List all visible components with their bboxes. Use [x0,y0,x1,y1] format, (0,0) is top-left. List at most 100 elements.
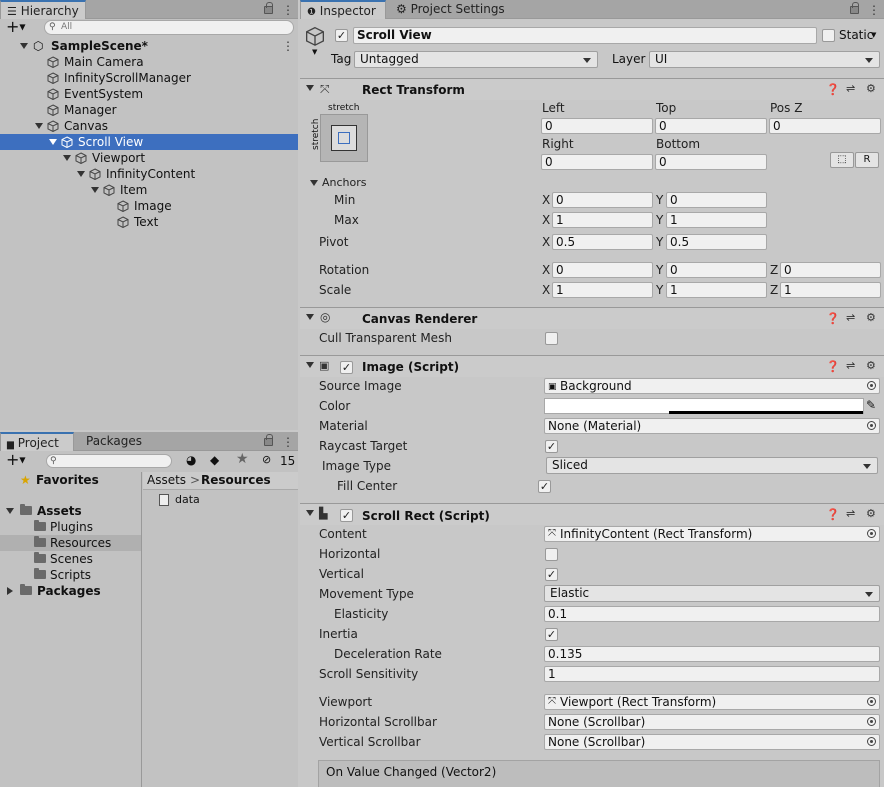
inertia-checkbox[interactable]: ✓ [545,628,558,641]
preset-icon[interactable]: ⇌ [846,359,855,372]
tree-item-resources[interactable]: Resources [0,535,141,551]
raw-edit-button[interactable]: R [855,152,879,168]
tree-item-manager[interactable]: Manager [0,102,298,118]
anchor-presets-widget[interactable] [320,114,368,162]
scale-y-field[interactable]: 1 [666,282,767,298]
anchor-min-x-field[interactable]: 0 [552,192,653,208]
image-script-header[interactable]: ▣ ✓ Image (Script) ❓ ⇌ ⚙ [300,355,884,377]
layer-dropdown[interactable]: UI [649,51,880,68]
elasticity-field[interactable]: 0.1 [544,606,880,622]
tree-item-infinityscrollmanager[interactable]: InfinityScrollManager [0,70,298,86]
pivot-y-field[interactable]: 0.5 [666,234,767,250]
anchor-min-y-field[interactable]: 0 [666,192,767,208]
object-picker-icon[interactable] [867,737,876,746]
help-icon[interactable]: ❓ [826,508,840,521]
lock-icon[interactable] [264,434,273,446]
project-add-button[interactable]: +▼ [6,452,34,469]
horizontal-scrollbar-field[interactable]: None (Scrollbar) [544,714,880,730]
tree-item-viewport[interactable]: Viewport [0,150,298,166]
eyedropper-icon[interactable]: ✎ [866,398,876,412]
favorite-star-icon[interactable]: ★ [236,451,249,467]
pivot-x-field[interactable]: 0.5 [552,234,653,250]
scale-x-field[interactable]: 1 [552,282,653,298]
canvas-renderer-header[interactable]: ◎ Canvas Renderer ❓ ⇌ ⚙ [300,307,884,329]
component-settings-icon[interactable]: ⚙ [866,82,876,95]
anchors-label[interactable]: Anchors [322,176,367,189]
tab-project[interactable]: ▆ Project [0,432,74,451]
tree-item-favorites[interactable]: ★ Favorites [0,472,141,488]
tab-project-settings[interactable]: ⚙ Project Settings [390,0,511,19]
hidden-packages-icon[interactable]: ⊘ [262,453,271,466]
expand-arrow-icon[interactable] [306,85,314,91]
help-icon[interactable]: ❓ [826,312,840,325]
content-field[interactable]: ⤧ InfinityContent (Rect Transform) [544,526,880,542]
source-image-field[interactable]: ▣ Background [544,378,880,394]
lock-icon[interactable] [850,2,859,14]
collapse-arrow-icon[interactable] [7,587,13,595]
preset-icon[interactable]: ⇌ [846,82,855,95]
preset-icon[interactable]: ⇌ [846,311,855,324]
tree-item-eventsystem[interactable]: EventSystem [0,86,298,102]
hierarchy-add-button[interactable]: +▼ [6,19,34,36]
top-field[interactable]: 0 [655,118,767,134]
rect-transform-header[interactable]: ⤧ Rect Transform ❓ ⇌ ⚙ [300,78,884,100]
hierarchy-search-input[interactable]: ⚲ All [44,20,294,35]
lock-icon[interactable] [264,2,273,14]
expand-arrow-icon[interactable] [49,139,57,145]
kebab-menu-icon[interactable]: ⋮ [282,40,294,52]
posz-field[interactable]: 0 [769,118,881,134]
viewport-field[interactable]: ⤧ Viewport (Rect Transform) [544,694,880,710]
rotation-x-field[interactable]: 0 [552,262,653,278]
color-swatch[interactable] [544,398,864,414]
filter-by-type-icon[interactable]: ◕ [186,453,196,467]
on-value-changed-event[interactable]: On Value Changed (Vector2) [318,760,880,787]
tree-item-scripts[interactable]: Scripts [0,567,141,583]
expand-arrow-icon[interactable] [77,171,85,177]
blueprint-mode-button[interactable]: ⬚ [830,152,854,168]
component-settings-icon[interactable]: ⚙ [866,311,876,324]
tree-item-item[interactable]: Item [0,182,298,198]
help-icon[interactable]: ❓ [826,83,840,96]
scroll-rect-enabled-checkbox[interactable]: ✓ [340,509,353,522]
rotation-y-field[interactable]: 0 [666,262,767,278]
object-name-field[interactable]: Scroll View [353,27,817,44]
icon-dropdown-chevron-icon[interactable]: ▼ [312,48,317,56]
kebab-menu-icon[interactable]: ⋮ [282,4,294,16]
static-checkbox[interactable] [822,29,835,42]
tree-item-packages[interactable]: Packages [0,583,141,599]
right-field[interactable]: 0 [541,154,653,170]
preset-icon[interactable]: ⇌ [846,507,855,520]
left-field[interactable]: 0 [541,118,653,134]
vertical-scrollbar-field[interactable]: None (Scrollbar) [544,734,880,750]
cull-transparent-mesh-checkbox[interactable] [545,332,558,345]
file-item-data[interactable]: data [143,492,298,508]
expand-arrow-icon[interactable] [306,510,314,516]
expand-arrow-icon[interactable] [63,155,71,161]
anchor-max-x-field[interactable]: 1 [552,212,653,228]
object-picker-icon[interactable] [867,697,876,706]
component-settings-icon[interactable]: ⚙ [866,507,876,520]
scroll-rect-header[interactable]: ▙ ✓ Scroll Rect (Script) ❓ ⇌ ⚙ [300,503,884,525]
tab-packages[interactable]: Packages [80,432,148,451]
static-dropdown-chevron-icon[interactable]: ▼ [871,31,876,39]
component-settings-icon[interactable]: ⚙ [866,359,876,372]
tree-item-main-camera[interactable]: Main Camera [0,54,298,70]
help-icon[interactable]: ❓ [826,360,840,373]
vertical-checkbox[interactable]: ✓ [545,568,558,581]
tab-inspector[interactable]: ❶ Inspector [300,0,386,19]
raycast-target-checkbox[interactable]: ✓ [545,440,558,453]
deceleration-rate-field[interactable]: 0.135 [544,646,880,662]
breadcrumb-resources[interactable]: Resources [201,472,271,488]
object-picker-icon[interactable] [867,381,876,390]
tree-item-canvas[interactable]: Canvas [0,118,298,134]
image-type-dropdown[interactable]: Sliced [546,457,878,474]
expand-arrow-icon[interactable] [6,508,14,514]
horizontal-checkbox[interactable] [545,548,558,561]
anchor-max-y-field[interactable]: 1 [666,212,767,228]
object-picker-icon[interactable] [867,717,876,726]
expand-arrow-icon[interactable] [306,362,314,368]
scroll-sensitivity-field[interactable]: 1 [544,666,880,682]
kebab-menu-icon[interactable]: ⋮ [868,4,880,16]
tree-item-samplescene[interactable]: ⬡ SampleScene* ⋮ [0,38,298,54]
scale-z-field[interactable]: 1 [780,282,881,298]
